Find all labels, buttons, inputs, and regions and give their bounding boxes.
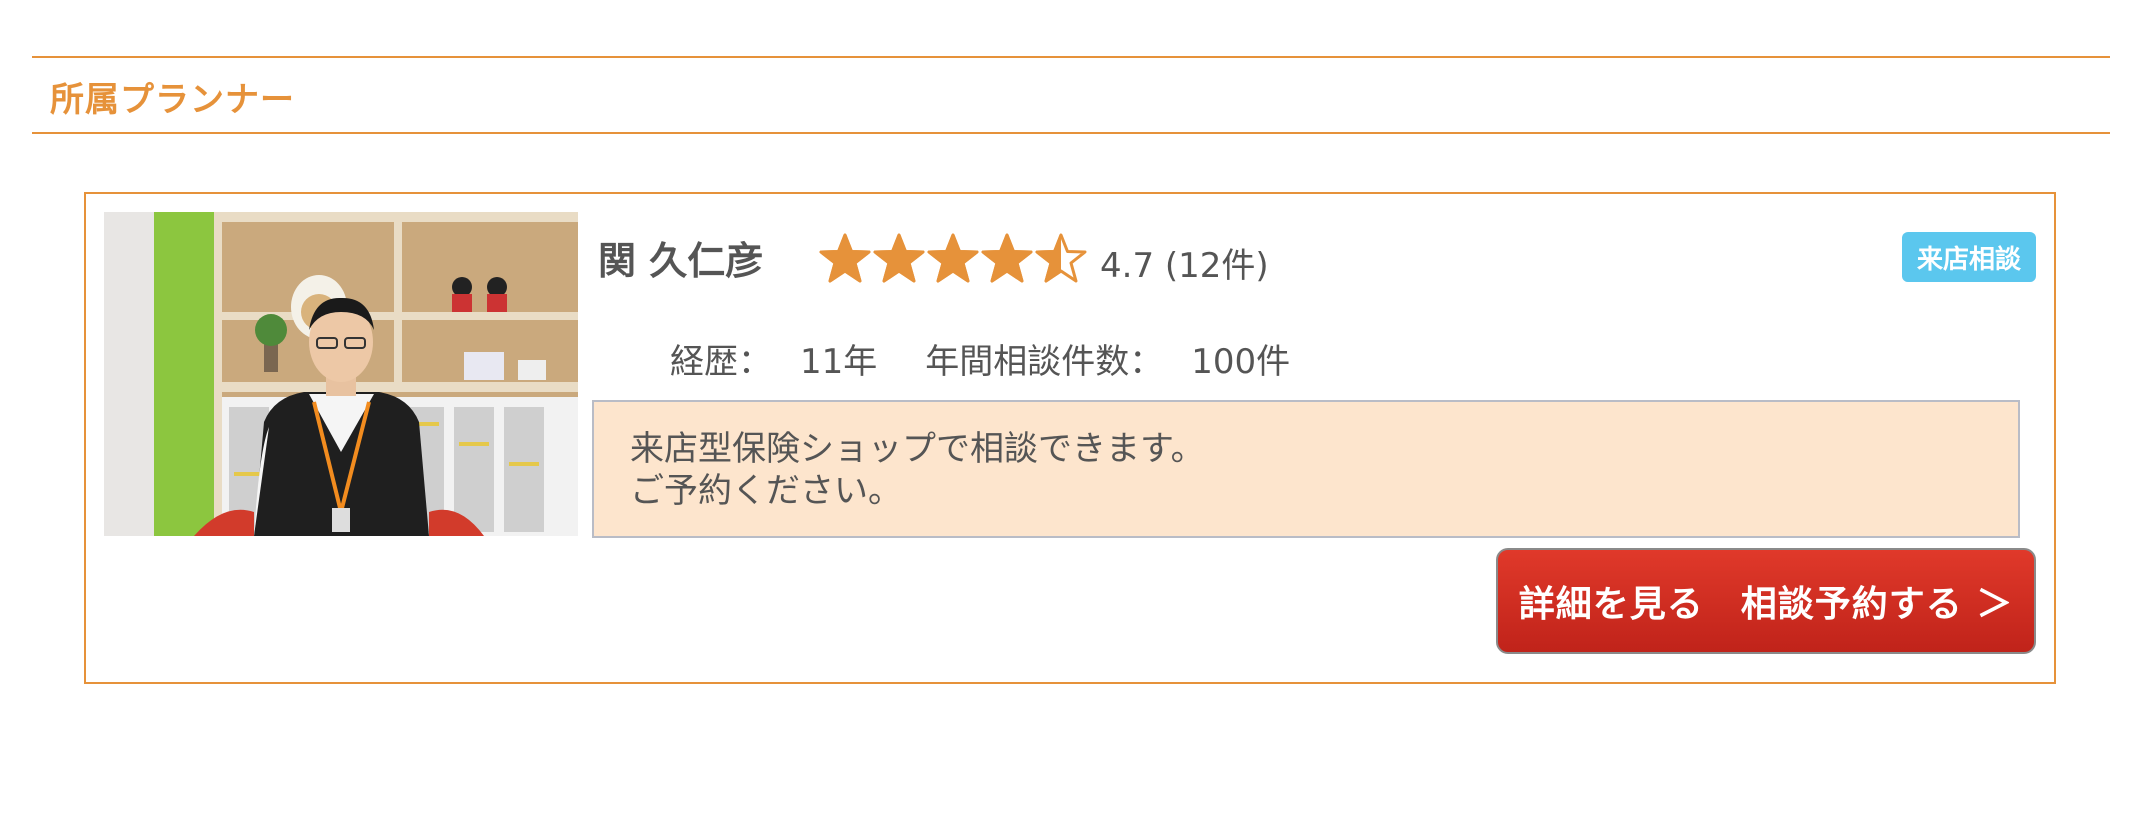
star-icon xyxy=(819,233,871,283)
planner-photo[interactable] xyxy=(104,212,578,536)
section-header: 所属プランナー xyxy=(32,56,2110,134)
rating-text: 4.7 (12件) xyxy=(1100,246,1269,286)
star-icon xyxy=(1035,233,1087,283)
consult-count-label: 年間相談件数： xyxy=(925,342,1164,382)
section-title: 所属プランナー xyxy=(50,80,295,120)
consult-count-value: 100件 xyxy=(1191,342,1291,382)
planner-photo-image xyxy=(104,212,578,536)
planner-card: 関 久仁彦 4.7 (12件) 来店相談 経歴： 11年 年間相談件数： 100… xyxy=(84,192,2056,684)
career-label: 経歴： xyxy=(670,342,772,382)
planner-message: 来店型保険ショップで相談できます。 ご予約ください。 xyxy=(592,400,2020,538)
message-line-2: ご予約ください。 xyxy=(630,471,902,511)
detail-and-reserve-button[interactable]: 詳細を見る 相談予約する ＞ xyxy=(1496,548,2036,654)
star-icon xyxy=(873,233,925,283)
star-icon xyxy=(981,233,1033,283)
planner-name[interactable]: 関 久仁彦 xyxy=(598,230,763,285)
page: 所属プランナー 関 久仁彦 4.7 (12件) 来店相談 経歴： 11年 年間相… xyxy=(0,0,2138,840)
message-line-1: 来店型保険ショップで相談できます。 xyxy=(630,429,1205,469)
consultation-type-badge: 来店相談 xyxy=(1902,232,2036,282)
planner-stats: 経歴： 11年 年間相談件数： 100件 xyxy=(670,334,1290,383)
career-value: 11年 xyxy=(800,342,878,382)
rating-stars xyxy=(818,232,1088,286)
star-icon xyxy=(927,233,979,283)
